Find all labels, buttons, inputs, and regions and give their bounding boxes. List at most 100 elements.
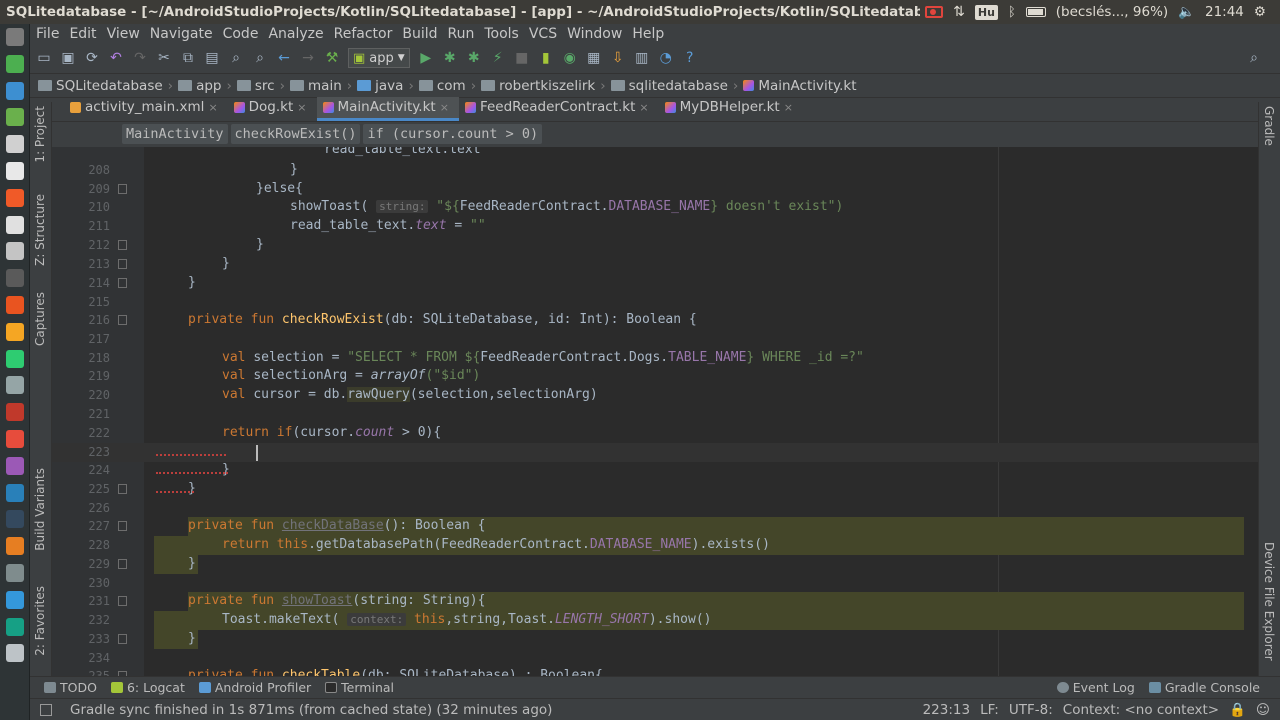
camera-icon[interactable] (6, 242, 24, 261)
terminal-tool-button[interactable]: Terminal (325, 680, 394, 695)
file-encoding[interactable]: UTF-8: (1009, 702, 1053, 718)
dash-icon[interactable] (6, 28, 24, 46)
fold-icon[interactable] (118, 484, 127, 494)
android-profiler-tool-button[interactable]: Android Profiler (198, 680, 311, 695)
fold-icon[interactable] (118, 278, 127, 288)
line-separator[interactable]: LF: (980, 702, 999, 718)
tab-dog-kt[interactable]: Dog.kt × (228, 97, 317, 121)
copy-icon[interactable]: ⧉ (180, 50, 196, 66)
image-viewer-icon[interactable] (6, 322, 24, 341)
app-icon-orange[interactable] (6, 429, 24, 448)
close-icon[interactable]: × (208, 101, 217, 114)
app-icon-red[interactable] (6, 403, 24, 422)
menu-vcs[interactable]: VCS (529, 26, 557, 42)
spreadsheet-icon[interactable] (6, 161, 24, 180)
chrome-icon[interactable] (6, 54, 24, 73)
menu-build[interactable]: Build (402, 26, 437, 42)
screen-record-icon[interactable] (925, 6, 944, 18)
close-icon[interactable]: × (297, 101, 306, 114)
make-project-icon[interactable]: ⚒ (324, 50, 340, 66)
favorites-tool-button[interactable]: 2: Favorites (33, 586, 47, 656)
undo-icon[interactable]: ↶ (108, 50, 124, 66)
keyboard-layout-indicator[interactable]: Hu (974, 4, 998, 20)
nav-java[interactable]: java (357, 78, 403, 94)
clock[interactable]: 21:44 (1205, 4, 1244, 20)
menu-window[interactable]: Window (567, 26, 622, 42)
attach-debugger-icon[interactable]: ✱ (466, 50, 482, 66)
sync-icon[interactable]: ⟳ (84, 50, 100, 66)
terminal-icon[interactable] (6, 349, 24, 368)
open-folder-icon[interactable]: ▭ (36, 50, 52, 66)
apply-changes-icon[interactable]: ⚡ (490, 50, 506, 66)
structure-tool-button[interactable]: Z: Structure (33, 194, 47, 266)
bluetooth-icon[interactable]: ᛒ (1008, 5, 1016, 20)
context-indicator[interactable]: Context: <no context> (1063, 702, 1219, 718)
app-icon-grey[interactable] (6, 563, 24, 582)
nav-project[interactable]: SQLitedatabase (38, 78, 163, 94)
nav-main[interactable]: main (290, 78, 342, 94)
menu-navigate[interactable]: Navigate (150, 26, 213, 42)
menu-file[interactable]: File (36, 26, 59, 42)
search-everywhere-icon[interactable]: ⌕ (1246, 50, 1262, 66)
breadcrumb-function[interactable]: checkRowExist() (230, 124, 361, 144)
ubuntu-icon[interactable] (6, 295, 24, 314)
store-icon[interactable] (6, 215, 24, 234)
todo-tool-button[interactable]: TODO (44, 680, 97, 695)
menu-edit[interactable]: Edit (69, 26, 96, 42)
redo-icon[interactable]: ↷ (132, 50, 148, 66)
gradle-sync-icon[interactable]: ◉ (562, 50, 578, 66)
nav-robertkiszelirk[interactable]: robertkiszelirk (481, 78, 595, 94)
stop-icon[interactable]: ■ (514, 50, 530, 66)
menu-analyze[interactable]: Analyze (268, 26, 323, 42)
close-icon[interactable]: × (784, 101, 793, 114)
status-message[interactable]: Gradle sync finished in 1s 871ms (from c… (70, 702, 552, 718)
battery-icon[interactable] (1025, 7, 1046, 17)
fold-icon[interactable] (118, 634, 127, 644)
menu-run[interactable]: Run (448, 26, 475, 42)
firefox-icon[interactable] (6, 188, 24, 207)
app-icon-vlc[interactable] (6, 537, 24, 556)
lock-icon[interactable]: 🔒 (1229, 702, 1246, 718)
inspector-icon[interactable]: ☺ (1256, 702, 1270, 718)
build-variants-tool-button[interactable]: Build Variants (33, 468, 47, 551)
tab-activity-main-xml[interactable]: activity_main.xml × (64, 97, 228, 121)
logcat-tool-button[interactable]: 6: Logcat (110, 680, 185, 695)
archive-icon[interactable] (6, 376, 24, 395)
fold-icon[interactable] (118, 184, 127, 194)
app-icon-teal[interactable] (6, 617, 24, 636)
code-editor[interactable]: read_table_text.text 208 } 209 }else{ 21… (52, 147, 1258, 688)
nav-mainactivity[interactable]: MainActivity.kt (743, 78, 857, 94)
sdk-manager-icon[interactable]: ⇩ (610, 50, 626, 66)
settings-icon[interactable] (6, 269, 24, 288)
fold-icon[interactable] (118, 259, 127, 269)
project-structure-icon[interactable]: ▦ (586, 50, 602, 66)
help-icon[interactable]: ? (682, 50, 698, 66)
menu-view[interactable]: View (107, 26, 140, 42)
close-icon[interactable]: × (639, 101, 648, 114)
replace-icon[interactable]: ⌕ (252, 50, 268, 66)
android-studio-icon[interactable] (6, 108, 24, 127)
avd-manager-icon[interactable]: ▮ (538, 50, 554, 66)
fold-icon[interactable] (118, 315, 127, 325)
tool-windows-toggle-icon[interactable] (40, 703, 52, 716)
forward-icon[interactable]: → (300, 50, 316, 66)
app-icon-blue[interactable] (6, 483, 24, 502)
app-icon-color[interactable] (6, 456, 24, 475)
device-file-explorer-button[interactable]: Device File Explorer (1262, 542, 1276, 661)
event-log-tool-button[interactable]: Event Log (1056, 680, 1135, 695)
menu-code[interactable]: Code (223, 26, 259, 42)
nav-src[interactable]: src (236, 78, 275, 94)
gradle-tool-button[interactable]: Gradle (1262, 106, 1276, 146)
captures-tool-button[interactable]: Captures (33, 292, 47, 346)
tab-mainactivity-kt[interactable]: MainActivity.kt × (316, 97, 459, 121)
breadcrumb-class[interactable]: MainActivity (122, 124, 228, 144)
run-configuration-select[interactable]: ▣ app ▼ (348, 48, 410, 68)
close-icon[interactable]: × (440, 101, 449, 114)
nav-com[interactable]: com (418, 78, 466, 94)
tab-feedreadercontract-kt[interactable]: FeedReaderContract.kt × (459, 97, 659, 121)
debug-icon[interactable]: ✱ (442, 50, 458, 66)
app-icon-dark[interactable] (6, 510, 24, 529)
nav-sqlitedatabase[interactable]: sqlitedatabase (610, 78, 728, 94)
system-menu-icon[interactable]: ⚙ (1254, 4, 1266, 20)
caret-position[interactable]: 223:13 (923, 702, 971, 718)
